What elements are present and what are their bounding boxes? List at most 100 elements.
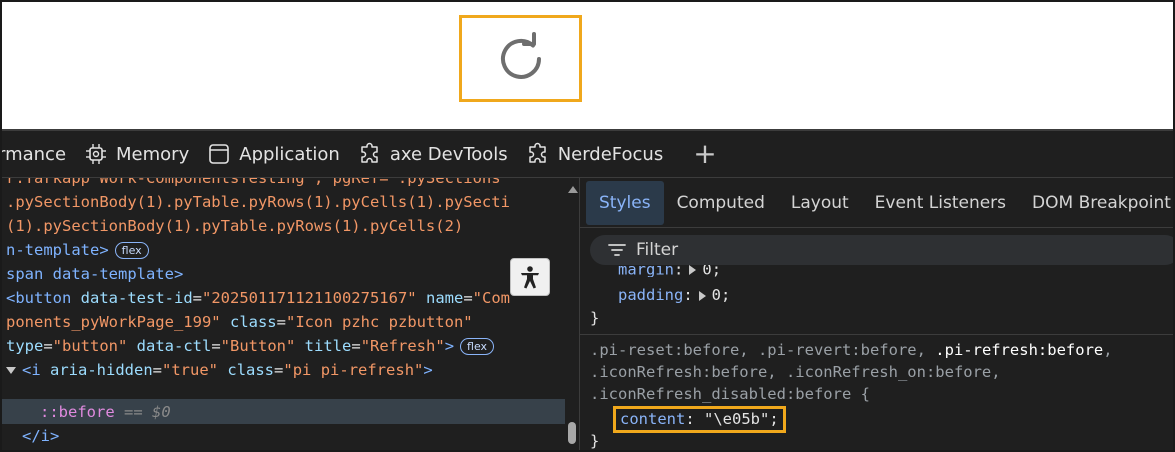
- code-attr: data-test-id: [80, 289, 193, 307]
- styles-sidebar: Styles Computed Layout Event Listeners D…: [579, 178, 1173, 450]
- css-declaration-padding[interactable]: padding: 0;: [618, 284, 730, 306]
- code-tag: <i: [22, 361, 41, 379]
- code-attr: data-ctl: [136, 337, 212, 355]
- code-eq: =: [192, 289, 202, 307]
- css-selector: ,: [1103, 341, 1113, 359]
- tab-styles[interactable]: Styles: [586, 180, 664, 225]
- code-attr: name: [425, 289, 464, 307]
- code-tag: </i>: [22, 427, 60, 445]
- code-text: .pySectionBody(1).pyTable.pyRows(1).pyCe…: [6, 193, 510, 211]
- dom-line-button[interactable]: <button data-test-id="202501171121100275…: [6, 286, 510, 310]
- tab-memory[interactable]: Memory: [84, 131, 207, 177]
- tab-layout[interactable]: Layout: [778, 181, 862, 225]
- code-text: r.Tarkapp Work-ComponentsTesting", pgRef…: [6, 178, 501, 187]
- css-selector-line[interactable]: .iconRefresh_disabled:before {: [590, 383, 870, 405]
- screenshot-frame: rmance Memory Application axe DevTools N…: [0, 0, 1175, 452]
- css-selector-line[interactable]: .pi-reset:before, .pi-revert:before, .pi…: [590, 339, 1113, 361]
- dom-line[interactable]: r.Tarkapp Work-ComponentsTesting", pgRef…: [6, 178, 501, 190]
- css-value: 0: [711, 286, 722, 304]
- tab-label: Application: [239, 143, 340, 165]
- dom-line[interactable]: span data-template>: [6, 262, 183, 286]
- expand-triangle-icon[interactable]: [6, 367, 16, 374]
- tab-application[interactable]: Application: [207, 131, 358, 177]
- code-eq: =: [276, 313, 286, 331]
- code-value: "true": [162, 361, 219, 379]
- css-property: padding: [618, 286, 684, 304]
- tab-label: axe DevTools: [389, 143, 508, 165]
- code-attr: class: [229, 313, 277, 331]
- scroll-up-arrow-icon[interactable]: [568, 186, 578, 193]
- css-value: "\e05b";: [704, 410, 779, 428]
- dom-line[interactable]: ponents_pyWorkPage_199" class="Icon pzhc…: [6, 310, 473, 334]
- tab-performance[interactable]: rmance: [0, 131, 84, 177]
- accessibility-button[interactable]: [510, 258, 550, 296]
- refresh-button-highlight[interactable]: [459, 15, 582, 102]
- css-declaration-margin[interactable]: margin: 0;: [618, 265, 721, 277]
- code-tag: >: [444, 337, 455, 355]
- dom-line[interactable]: </i>: [22, 424, 59, 448]
- accessibility-person-icon: [521, 266, 539, 289]
- memory-chip-icon: [84, 142, 108, 166]
- code-text: span data-template>: [6, 265, 184, 283]
- dom-line[interactable]: n-template> flex: [6, 238, 149, 262]
- refresh-icon: [500, 31, 541, 79]
- code-attr: class: [227, 361, 275, 379]
- dom-line[interactable]: type="button" data-ctl="Button" title="R…: [6, 334, 495, 358]
- code-eq: =: [152, 361, 163, 379]
- code-pseudo: ::before: [40, 403, 115, 421]
- code-eq: =: [43, 337, 53, 355]
- dom-line[interactable]: (1).pySectionBody(1).pyTable.pyRows(1).p…: [6, 214, 463, 238]
- devtools-tab-bar: rmance Memory Application axe DevTools N…: [2, 129, 1173, 178]
- styles-subtabs: Styles Computed Layout Event Listeners D…: [580, 178, 1173, 228]
- css-property: margin: [618, 265, 674, 277]
- code-text: (1).pySectionBody(1).pyTable.pyRows(1).p…: [6, 217, 464, 235]
- dom-line[interactable]: .pySectionBody(1).pyTable.pyRows(1).pyCe…: [6, 190, 510, 214]
- web-page-area: [2, 2, 1173, 129]
- code-value: "Icon pzhc pzbutton": [286, 313, 473, 331]
- tab-event-listeners[interactable]: Event Listeners: [862, 181, 1019, 225]
- application-window-icon: [207, 142, 231, 166]
- flex-badge[interactable]: flex: [114, 242, 149, 259]
- tab-label: rmance: [0, 143, 67, 165]
- dom-line-before-selected[interactable]: ::before == $0: [40, 400, 171, 424]
- expand-triangle-icon[interactable]: [689, 265, 697, 275]
- styles-filter-input[interactable]: Filter: [590, 235, 1173, 265]
- code-eq: =: [211, 337, 221, 355]
- scroll-thumb[interactable]: [568, 422, 576, 444]
- elements-tree: r.Tarkapp Work-ComponentsTesting", pgRef…: [2, 178, 565, 450]
- code-attr: type: [6, 337, 44, 355]
- css-selector: .pi-reset:before, .pi-revert:before,: [590, 341, 936, 359]
- code-tag: >: [423, 361, 433, 379]
- puzzle-extension-icon: [358, 142, 382, 166]
- tab-label: Memory: [116, 143, 190, 165]
- dom-line-i[interactable]: <i aria-hidden="true" class="pi pi-refre…: [6, 358, 433, 382]
- css-rule-close: }: [590, 309, 600, 327]
- tab-dom-breakpoints[interactable]: DOM Breakpoint: [1019, 181, 1173, 225]
- css-selector-matched: .pi-refresh:before: [935, 341, 1104, 359]
- code-value: "Refresh": [360, 337, 445, 355]
- tab-label: NerdeFocus: [557, 143, 664, 165]
- css-declaration-content-highlight[interactable]: content: "\e05b";: [613, 406, 786, 433]
- add-tab-icon[interactable]: +: [693, 140, 716, 168]
- code-value: "button": [52, 337, 128, 355]
- code-eq: =: [274, 361, 284, 379]
- puzzle-extension-icon: [526, 142, 550, 166]
- code-attr: aria-hidden: [50, 361, 153, 379]
- tab-nerdefocus[interactable]: NerdeFocus: [526, 131, 682, 177]
- code-value: ponents_pyWorkPage_199": [6, 313, 221, 331]
- code-dim: == $0: [114, 403, 171, 421]
- code-value: "Button": [220, 337, 296, 355]
- css-selector-line[interactable]: .iconRefresh:before, .iconRefresh_on:bef…: [590, 361, 1001, 383]
- flex-badge[interactable]: flex: [460, 338, 495, 355]
- code-eq: =: [463, 289, 473, 307]
- elements-scrollbar[interactable]: [565, 178, 579, 450]
- expand-triangle-icon[interactable]: [698, 290, 706, 301]
- code-attr: title: [304, 337, 352, 355]
- code-tag: <button: [6, 289, 72, 307]
- code-value: "Com: [472, 289, 510, 307]
- css-property: content: [620, 410, 686, 428]
- tab-computed[interactable]: Computed: [664, 181, 778, 225]
- css-rule-close: }: [590, 432, 600, 450]
- tab-axe-devtools[interactable]: axe DevTools: [358, 131, 526, 177]
- filter-placeholder: Filter: [636, 240, 679, 260]
